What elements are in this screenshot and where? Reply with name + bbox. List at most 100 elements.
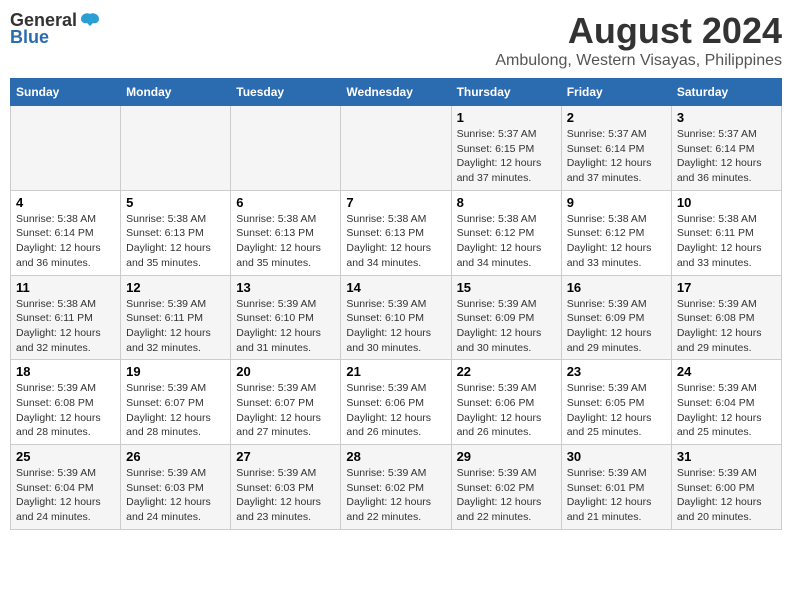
day-info: Sunrise: 5:38 AM Sunset: 6:14 PM Dayligh… [16,212,115,271]
calendar-cell: 27Sunrise: 5:39 AM Sunset: 6:03 PM Dayli… [231,445,341,530]
day-info: Sunrise: 5:37 AM Sunset: 6:15 PM Dayligh… [457,127,556,186]
calendar-cell: 23 Sunrise: 5:39 AM Sunset: 6:05 PM Dayli… [561,360,671,445]
day-number: 6 [236,195,335,210]
calendar-cell: 2 Sunrise: 5:37 AM Sunset: 6:14 PM Daylig… [561,106,671,191]
day-info: Sunrise: 5:39 AM Sunset: 6:07 PM Dayligh… [126,381,225,440]
column-header-wednesday: Wednesday [341,79,451,106]
day-number: 31 [677,449,776,464]
day-info: Sunrise: 5:38 AM Sunset: 6:13 PM Dayligh… [126,212,225,271]
calendar-cell: 19 Sunrise: 5:39 AM Sunset: 6:07 PM Dayli… [121,360,231,445]
day-number: 24 [677,364,776,379]
day-info: Sunrise: 5:38 AM Sunset: 6:13 PM Dayligh… [236,212,335,271]
calendar-cell: 1 Sunrise: 5:37 AM Sunset: 6:15 PM Daylig… [451,106,561,191]
day-number: 7 [346,195,445,210]
day-number: 28 [346,449,445,464]
day-number: 30 [567,449,666,464]
header: General Blue August 2024 Ambulong, Weste… [10,10,782,70]
day-info: Sunrise: 5:39 AM Sunset: 6:07 PM Dayligh… [236,381,335,440]
day-number: 3 [677,110,776,125]
day-number: 13 [236,280,335,295]
column-header-monday: Monday [121,79,231,106]
calendar-cell: 3 Sunrise: 5:37 AM Sunset: 6:14 PM Daylig… [671,106,781,191]
day-number: 14 [346,280,445,295]
column-header-tuesday: Tuesday [231,79,341,106]
day-info: Sunrise: 5:39 AM Sunset: 6:02 PM Dayligh… [346,466,445,525]
column-header-thursday: Thursday [451,79,561,106]
calendar-cell [341,106,451,191]
day-info: Sunrise: 5:39 AM Sunset: 6:04 PM Dayligh… [677,381,776,440]
calendar-cell: 12 Sunrise: 5:39 AM Sunset: 6:11 PM Dayli… [121,275,231,360]
day-info: Sunrise: 5:39 AM Sunset: 6:06 PM Dayligh… [346,381,445,440]
calendar-cell: 15Sunrise: 5:39 AM Sunset: 6:09 PM Dayli… [451,275,561,360]
day-info: Sunrise: 5:39 AM Sunset: 6:01 PM Dayligh… [567,466,666,525]
column-header-friday: Friday [561,79,671,106]
calendar-cell: 21Sunrise: 5:39 AM Sunset: 6:06 PM Dayli… [341,360,451,445]
calendar-table: SundayMondayTuesdayWednesdayThursdayFrid… [10,78,782,530]
day-number: 2 [567,110,666,125]
calendar-cell: 24 Sunrise: 5:39 AM Sunset: 6:04 PM Dayli… [671,360,781,445]
day-info: Sunrise: 5:37 AM Sunset: 6:14 PM Dayligh… [567,127,666,186]
calendar-cell: 13 Sunrise: 5:39 AM Sunset: 6:10 PM Dayli… [231,275,341,360]
day-number: 8 [457,195,556,210]
day-info: Sunrise: 5:38 AM Sunset: 6:12 PM Dayligh… [457,212,556,271]
calendar-cell [231,106,341,191]
day-number: 11 [16,280,115,295]
calendar-cell: 7Sunrise: 5:38 AM Sunset: 6:13 PM Daylig… [341,190,451,275]
calendar-cell: 30 Sunrise: 5:39 AM Sunset: 6:01 PM Dayli… [561,445,671,530]
day-info: Sunrise: 5:39 AM Sunset: 6:05 PM Dayligh… [567,381,666,440]
day-number: 20 [236,364,335,379]
day-info: Sunrise: 5:39 AM Sunset: 6:10 PM Dayligh… [236,297,335,356]
day-number: 19 [126,364,225,379]
week-row-3: 11 Sunrise: 5:38 AM Sunset: 6:11 PM Dayli… [11,275,782,360]
day-number: 26 [126,449,225,464]
calendar-cell: 22 Sunrise: 5:39 AM Sunset: 6:06 PM Dayli… [451,360,561,445]
day-number: 1 [457,110,556,125]
week-row-5: 25 Sunrise: 5:39 AM Sunset: 6:04 PM Dayli… [11,445,782,530]
calendar-cell [11,106,121,191]
day-info: Sunrise: 5:39 AM Sunset: 6:08 PM Dayligh… [16,381,115,440]
day-info: Sunrise: 5:39 AM Sunset: 6:06 PM Dayligh… [457,381,556,440]
day-info: Sunrise: 5:38 AM Sunset: 6:11 PM Dayligh… [677,212,776,271]
day-number: 23 [567,364,666,379]
calendar-cell: 28 Sunrise: 5:39 AM Sunset: 6:02 PM Dayli… [341,445,451,530]
day-info: Sunrise: 5:38 AM Sunset: 6:12 PM Dayligh… [567,212,666,271]
header-row: SundayMondayTuesdayWednesdayThursdayFrid… [11,79,782,106]
calendar-cell: 14Sunrise: 5:39 AM Sunset: 6:10 PM Dayli… [341,275,451,360]
calendar-cell: 26 Sunrise: 5:39 AM Sunset: 6:03 PM Dayli… [121,445,231,530]
calendar-cell: 4 Sunrise: 5:38 AM Sunset: 6:14 PM Daylig… [11,190,121,275]
day-number: 10 [677,195,776,210]
calendar-cell: 11 Sunrise: 5:38 AM Sunset: 6:11 PM Dayli… [11,275,121,360]
day-info: Sunrise: 5:38 AM Sunset: 6:11 PM Dayligh… [16,297,115,356]
day-number: 12 [126,280,225,295]
day-info: Sunrise: 5:37 AM Sunset: 6:14 PM Dayligh… [677,127,776,186]
logo: General Blue [10,10,101,48]
calendar-cell: 29 Sunrise: 5:39 AM Sunset: 6:02 PM Dayli… [451,445,561,530]
calendar-cell [121,106,231,191]
calendar-cell: 6 Sunrise: 5:38 AM Sunset: 6:13 PM Daylig… [231,190,341,275]
day-number: 18 [16,364,115,379]
column-header-saturday: Saturday [671,79,781,106]
day-number: 29 [457,449,556,464]
day-info: Sunrise: 5:39 AM Sunset: 6:11 PM Dayligh… [126,297,225,356]
week-row-4: 18 Sunrise: 5:39 AM Sunset: 6:08 PM Dayli… [11,360,782,445]
day-info: Sunrise: 5:39 AM Sunset: 6:00 PM Dayligh… [677,466,776,525]
calendar-cell: 25 Sunrise: 5:39 AM Sunset: 6:04 PM Dayli… [11,445,121,530]
calendar-cell: 17Sunrise: 5:39 AM Sunset: 6:08 PM Dayli… [671,275,781,360]
logo-blue-text: Blue [10,27,49,48]
calendar-cell: 5 Sunrise: 5:38 AM Sunset: 6:13 PM Daylig… [121,190,231,275]
logo-bird-icon [79,12,101,30]
calendar-cell: 9Sunrise: 5:38 AM Sunset: 6:12 PM Daylig… [561,190,671,275]
calendar-cell: 31 Sunrise: 5:39 AM Sunset: 6:00 PM Dayli… [671,445,781,530]
day-info: Sunrise: 5:39 AM Sunset: 6:02 PM Dayligh… [457,466,556,525]
week-row-2: 4 Sunrise: 5:38 AM Sunset: 6:14 PM Daylig… [11,190,782,275]
day-number: 17 [677,280,776,295]
calendar-cell: 10 Sunrise: 5:38 AM Sunset: 6:11 PM Dayli… [671,190,781,275]
day-info: Sunrise: 5:39 AM Sunset: 6:04 PM Dayligh… [16,466,115,525]
day-info: Sunrise: 5:39 AM Sunset: 6:03 PM Dayligh… [236,466,335,525]
day-number: 4 [16,195,115,210]
day-info: Sunrise: 5:39 AM Sunset: 6:03 PM Dayligh… [126,466,225,525]
day-number: 5 [126,195,225,210]
calendar-cell: 20 Sunrise: 5:39 AM Sunset: 6:07 PM Dayli… [231,360,341,445]
day-number: 25 [16,449,115,464]
day-number: 22 [457,364,556,379]
